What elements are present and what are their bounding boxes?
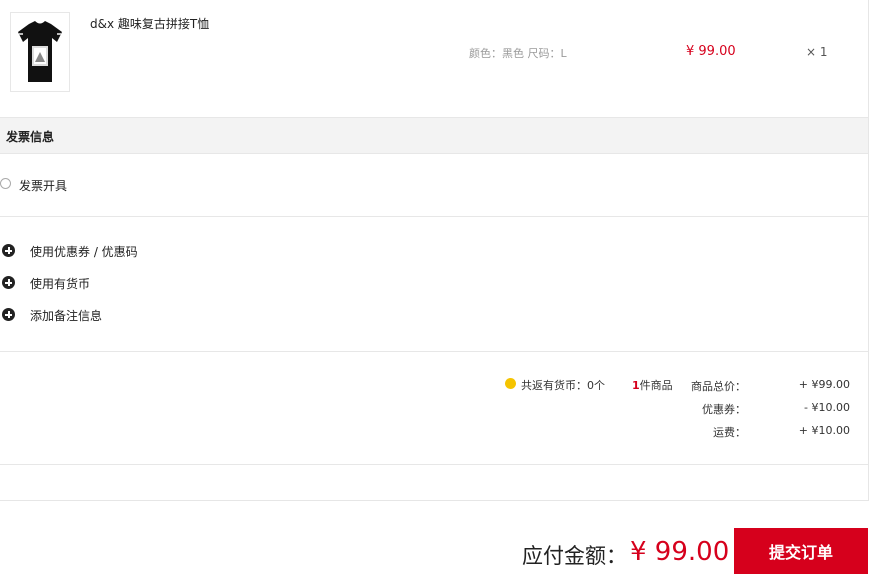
plus-circle-icon — [2, 244, 15, 257]
invoice-header-title: 发票信息 — [6, 130, 55, 144]
invoice-option-label[interactable]: 发票开具 — [19, 177, 67, 194]
coin-icon — [505, 378, 516, 389]
shipping-value: + ¥10.00 — [798, 424, 850, 437]
shipping-label: 运费： — [713, 426, 746, 439]
coupon-value: - ¥10.00 — [804, 401, 850, 414]
tshirt-icon — [18, 21, 62, 82]
invoice-radio[interactable] — [0, 178, 11, 189]
coupon-label: 优惠券： — [702, 403, 746, 416]
subtotal-label: 商品总价： — [691, 380, 746, 393]
use-coupon-option[interactable]: 使用优惠券 / 优惠码 — [0, 243, 300, 259]
invoice-section-header: 发票信息 — [0, 117, 868, 154]
product-thumbnail[interactable] — [10, 12, 70, 92]
product-price: ¥ 99.00 — [686, 44, 736, 59]
use-coins-label: 使用有货币 — [30, 277, 91, 291]
extra-options: 使用优惠券 / 优惠码 使用有货币 添加备注信息 — [0, 217, 868, 352]
item-count: 1件商品 — [632, 377, 673, 393]
invoice-option-row: 发票开具 — [0, 153, 868, 217]
plus-circle-icon — [2, 276, 15, 289]
product-quantity: × 1 — [806, 45, 828, 59]
item-count-number: 1 — [632, 379, 640, 392]
product-spec: 颜色：黑色 尺码：L — [469, 47, 567, 60]
order-panel: d&x 趣味复古拼接T恤 颜色：黑色 尺码：L ¥ 99.00 × 1 发票信息… — [0, 0, 869, 501]
order-summary: 共返有货币：0个 1件商品 商品总价： + ¥99.00 优惠券： - ¥10.… — [0, 352, 868, 465]
product-name[interactable]: d&x 趣味复古拼接T恤 — [90, 15, 209, 32]
use-coupon-label: 使用优惠券 / 优惠码 — [30, 245, 138, 259]
add-note-label: 添加备注信息 — [30, 309, 103, 323]
plus-circle-icon — [2, 308, 15, 321]
submit-order-button[interactable]: 提交订单 — [734, 528, 868, 574]
add-note-option[interactable]: 添加备注信息 — [0, 307, 300, 323]
product-row: d&x 趣味复古拼接T恤 颜色：黑色 尺码：L ¥ 99.00 × 1 — [0, 0, 868, 117]
item-count-text: 件商品 — [639, 379, 673, 392]
coin-return-text: 共返有货币：0个 — [521, 379, 605, 392]
use-coins-option[interactable]: 使用有货币 — [0, 275, 300, 291]
subtotal-value: + ¥99.00 — [798, 378, 850, 391]
payable-label: 应付金额： — [522, 544, 627, 568]
payable-amount: ¥ 99.00 — [630, 537, 730, 567]
